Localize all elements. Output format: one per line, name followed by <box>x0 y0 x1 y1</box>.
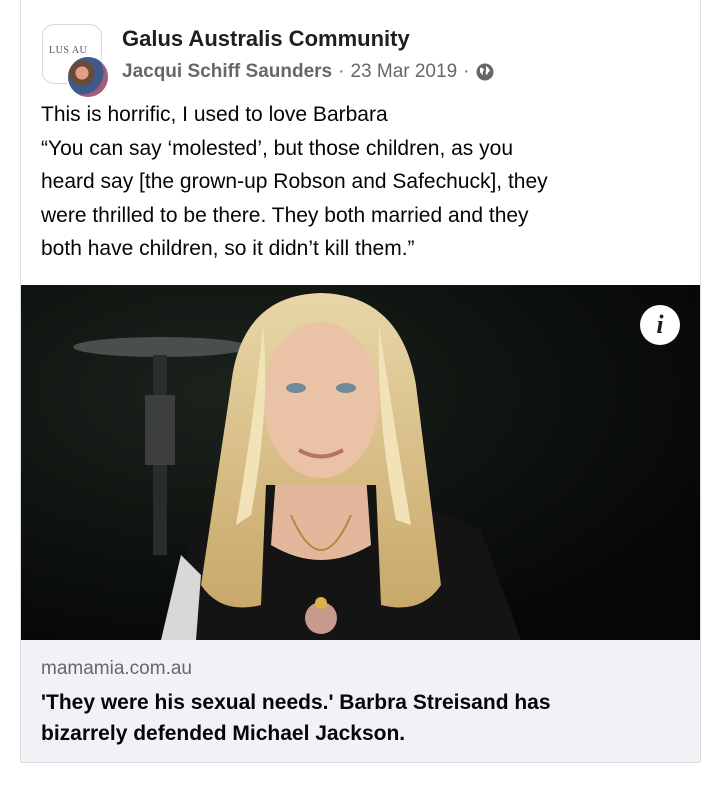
post-header: LUS AU Galus Australis Community Jacqui … <box>21 18 700 99</box>
meta-separator: · <box>338 61 345 82</box>
post-text-line: were thrilled to be there. They both mar… <box>41 203 529 227</box>
post-meta: Jacqui Schiff Saunders · 23 Mar 2019 · <box>122 61 495 83</box>
post-card: LUS AU Galus Australis Community Jacqui … <box>20 0 701 763</box>
group-logo-text: LUS AU <box>49 45 88 56</box>
author-name[interactable]: Jacqui Schiff Saunders <box>122 61 332 83</box>
globe-icon <box>476 63 494 81</box>
info-button[interactable]: i <box>640 305 680 345</box>
avatar[interactable] <box>66 55 110 99</box>
post-text-line: This is horrific, I used to love Barbara <box>41 103 388 126</box>
link-title-line: bizarrely defended Michael Jackson. <box>41 722 406 745</box>
meta-separator: · <box>463 61 470 82</box>
group-name[interactable]: Galus Australis Community <box>122 26 410 52</box>
post-date[interactable]: 23 Mar 2019 <box>350 61 457 83</box>
post-text: This is horrific, I used to love Barbara… <box>41 98 681 266</box>
link-domain: mamamia.com.au <box>41 658 192 679</box>
link-title-line: 'They were his sexual needs.' Barbra Str… <box>41 691 551 714</box>
info-icon: i <box>656 310 664 339</box>
link-image[interactable]: i <box>21 285 700 640</box>
post-text-line: heard say [the grown-up Robson and Safec… <box>41 170 548 193</box>
portrait-photo <box>21 285 700 640</box>
post-text-line: both have children, so it didn’t kill th… <box>41 237 415 260</box>
link-title[interactable]: 'They were his sexual needs.' Barbra Str… <box>41 687 681 749</box>
post-text-line: “You can say ‘molested’, but those child… <box>41 136 513 160</box>
link-preview[interactable]: mamamia.com.au 'They were his sexual nee… <box>21 640 700 763</box>
